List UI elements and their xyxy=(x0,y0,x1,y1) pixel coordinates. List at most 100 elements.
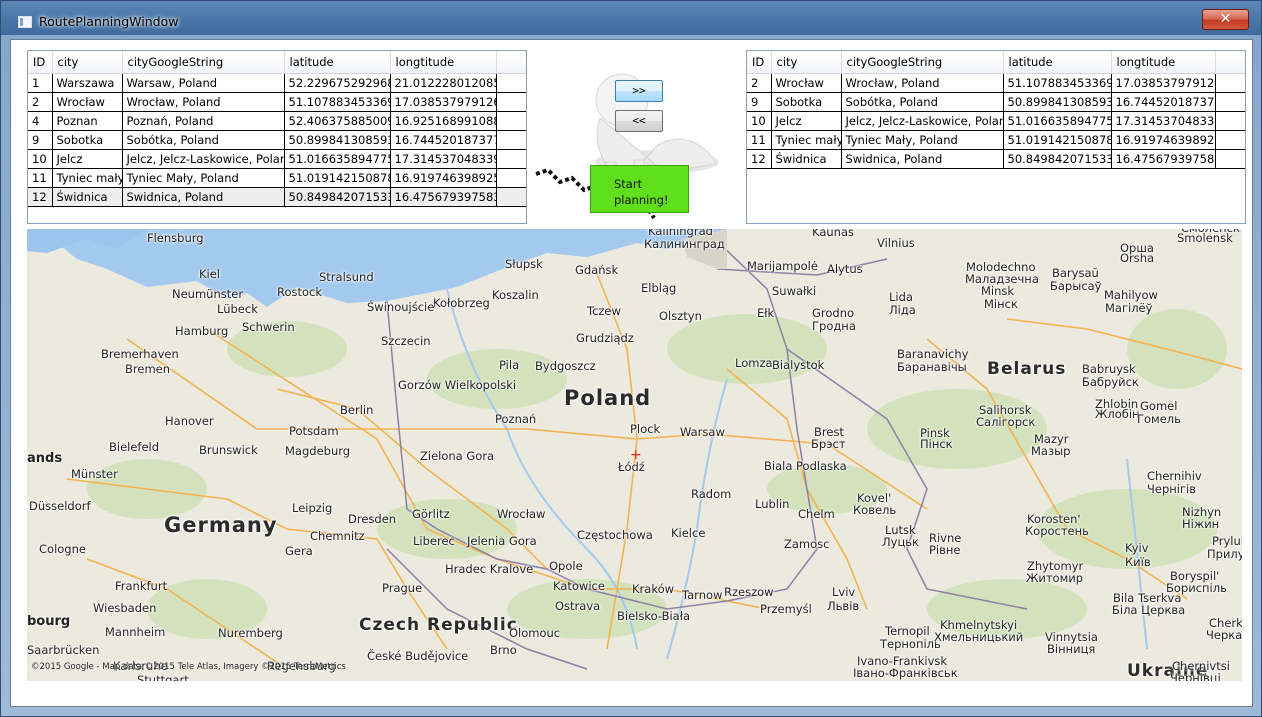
column-header-city[interactable]: city xyxy=(52,51,123,74)
map-city-label: Kaunas xyxy=(812,229,855,239)
map-center-crosshair-icon: + xyxy=(630,447,642,463)
map-city-label: Вінниця xyxy=(1047,642,1096,656)
table-row[interactable]: 10 Jelcz Jelcz, Jelcz-Laskowice, Poland 51.… xyxy=(747,111,1245,131)
map-city-label: Magdeburg xyxy=(285,444,351,458)
route-cities-grid[interactable]: ID city cityGoogleString latitude longtitude… xyxy=(746,50,1246,224)
map-city-label: Барысаў xyxy=(1050,279,1102,293)
map-city-label: Grodno xyxy=(812,306,855,320)
map-city-label: Tczew xyxy=(587,304,621,318)
map-city-label: Ostrava xyxy=(555,599,601,613)
map-city-label: Rostock xyxy=(277,285,323,299)
column-header-longtitude[interactable]: longtitude xyxy=(390,51,497,74)
map-city-fragment: bourg xyxy=(27,614,71,629)
cell-filler xyxy=(496,168,526,188)
map-city-label: Frankfurt xyxy=(115,579,168,593)
map-city-label: Магілёў xyxy=(1105,301,1153,315)
table-row[interactable]: 1WarszawaWarsaw, Poland52.22967529296882… xyxy=(28,73,526,93)
column-header-latitude[interactable]: latitude xyxy=(1003,51,1112,74)
map-city-label: Gorzów Wielkopolski xyxy=(398,378,517,392)
table-row[interactable]: 2WrocławWrocław, Poland51.10788345336911… xyxy=(747,73,1245,93)
map-city-label: Салігорск xyxy=(976,415,1036,429)
map-copyright: ©2015 Google - Map data ©2015 Tele Atlas… xyxy=(31,662,346,672)
cell-longtitude: 21.012228012085 xyxy=(390,73,497,93)
map-city-label: Alytus xyxy=(827,262,863,276)
table-row[interactable]: 11 Tyniec mały Tyniec Mały, Poland 51.01914… xyxy=(28,168,526,188)
grid-header-row: ID city cityGoogleString latitude longtitude xyxy=(747,51,1245,74)
all-cities-grid[interactable]: ID city cityGoogleString latitude longtitude… xyxy=(27,50,527,224)
map-city-label: Liberec xyxy=(413,534,455,548)
cell-city: Wrocław xyxy=(52,92,123,112)
map-city-label: Częstochowa xyxy=(577,528,653,542)
move-left-button[interactable]: << xyxy=(615,110,663,132)
cell-city: Jelcz xyxy=(52,149,123,169)
cell-citygooglestring: Warsaw, Poland xyxy=(122,73,285,93)
map-city-label: Świnoujście xyxy=(367,300,435,314)
title-bar[interactable]: RoutePlanningWindow ✕ xyxy=(1,1,1262,35)
map-city-label: Poznań xyxy=(495,412,537,426)
map-city-label: Mannheim xyxy=(105,625,166,639)
cell-latitude: 51.0166358947754 xyxy=(284,149,391,169)
map-city-label: Ніжин xyxy=(1182,517,1220,531)
table-row[interactable]: 12 Świdnica Swidnica, Poland 50.84984207153… xyxy=(28,187,526,207)
cell-latitude: 51.0191421508789 xyxy=(284,168,391,188)
cell-id: 1 xyxy=(28,73,53,93)
map-city-label: Düsseldorf xyxy=(29,499,91,513)
map-city-label: Brno xyxy=(490,643,517,657)
map-view[interactable]: Poland Germany Czech Republic Belarus Ukrain… xyxy=(27,229,1242,681)
map-city-label: Бабруйск xyxy=(1082,375,1139,389)
column-header-longtitude[interactable]: longtitude xyxy=(1111,51,1216,74)
column-header-id[interactable]: ID xyxy=(747,51,772,74)
map-city-label: Olsztyn xyxy=(659,309,702,323)
map-city-label: Gera xyxy=(285,544,313,558)
start-planning-label-line2: planning! xyxy=(614,193,669,207)
map-city-label: Kiel xyxy=(199,267,221,281)
column-header-citygooglestring[interactable]: cityGoogleString xyxy=(841,51,1004,74)
table-row[interactable]: 12 Świdnica Swidnica, Poland 50.84984207153… xyxy=(747,149,1245,169)
cell-longtitude: 16.9197463989258 xyxy=(1111,130,1216,150)
cell-id: 11 xyxy=(747,130,772,150)
table-row[interactable]: 2WrocławWrocław, Poland51.10788345336911… xyxy=(28,92,526,112)
column-header-city[interactable]: city xyxy=(771,51,842,74)
cell-latitude: 51.0191421508789 xyxy=(1003,130,1112,150)
map-city-label: Lviv xyxy=(832,585,856,599)
cell-latitude: 52.4063758850098 xyxy=(284,111,391,131)
map-city-label: Тернопіль xyxy=(880,637,941,651)
cell-latitude: 50.8998413085938 xyxy=(1003,92,1112,112)
cell-id: 2 xyxy=(28,92,53,112)
table-row[interactable]: 10 Jelcz Jelcz, Jelcz-Laskowice, Poland 51.… xyxy=(28,149,526,169)
map-country-label: Belarus xyxy=(987,359,1067,379)
cell-id: 2 xyxy=(747,73,772,93)
map-city-label: Lomza xyxy=(735,356,773,370)
cell-citygooglestring: Swidnica, Poland xyxy=(841,149,1004,169)
map-city-label: Katowice xyxy=(553,579,605,593)
map-city-label: Bydgoszcz xyxy=(535,359,596,373)
start-planning-button[interactable]: Start planning! xyxy=(590,165,689,213)
cell-latitude: 51.1078834533691 xyxy=(284,92,391,112)
table-row[interactable]: 9SobotkaSobótka, Poland50.89984130859381… xyxy=(747,92,1245,112)
close-button[interactable]: ✕ xyxy=(1202,9,1249,30)
table-row[interactable]: 9SobotkaSobótka, Poland50.89984130859381… xyxy=(28,130,526,150)
cell-city: Sobotka xyxy=(52,130,123,150)
map-city-label: Пінск xyxy=(920,437,953,451)
map-city-label: Чернігів xyxy=(1147,482,1196,496)
map-city-label: Kołobrzeg xyxy=(433,296,490,310)
map-city-label: Чернівці xyxy=(1170,671,1221,681)
cell-latitude: 50.8498420715332 xyxy=(284,187,391,207)
table-row[interactable]: 4PoznanPoznań, Poland52.406375885009816.… xyxy=(28,111,526,131)
table-row[interactable]: 11 Tyniec mały Tyniec Mały, Poland 51.01914… xyxy=(747,130,1245,150)
map-city-label: Plock xyxy=(630,422,661,436)
map-city-label: Прилуки xyxy=(1207,547,1242,561)
map-city-label: Мазыр xyxy=(1031,444,1071,458)
map-city-label: Lübeck xyxy=(217,302,258,316)
map-city-label: Черкаси xyxy=(1206,628,1242,642)
column-header-citygooglestring[interactable]: cityGoogleString xyxy=(122,51,285,74)
column-header-id[interactable]: ID xyxy=(28,51,53,74)
map-city-label: Rzeszow xyxy=(724,585,774,599)
column-header-latitude[interactable]: latitude xyxy=(284,51,391,74)
cell-longtitude: 16.7445201873779 xyxy=(1111,92,1216,112)
cell-citygooglestring: Tyniec Mały, Poland xyxy=(122,168,285,188)
map-country-label: Germany xyxy=(164,513,278,537)
map-city-label: České Budějovice xyxy=(367,649,469,663)
cell-longtitude: 16.7445201873779 xyxy=(390,130,497,150)
move-right-button[interactable]: >> xyxy=(615,80,663,102)
